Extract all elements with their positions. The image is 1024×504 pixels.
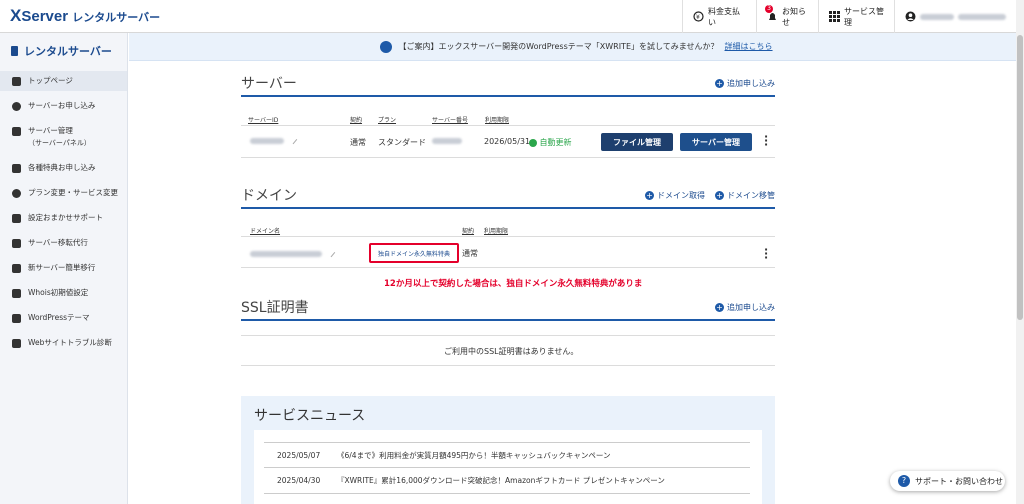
col-contract[interactable]: 契約 (350, 115, 362, 124)
sidebar-item-trouble-diagnosis[interactable]: Webサイトトラブル診断 (0, 333, 127, 353)
sidebar-item-transfer[interactable]: サーバー移転代行 (0, 233, 127, 253)
server-section-header: サーバー + 追加申し込み (241, 71, 775, 97)
domain-section-title: ドメイン (241, 188, 297, 204)
divider (241, 236, 775, 237)
sidebar-item-top[interactable]: トップページ (0, 71, 127, 91)
news-item[interactable]: 2025/04/30 『XWRITE』累計16,000ダウンロード突破記念！Am… (264, 468, 750, 494)
main-content: サーバー + 追加申し込み (241, 61, 775, 97)
server-period: 2026/05/31 (484, 137, 531, 146)
col-period[interactable]: 利用期限 (485, 115, 509, 124)
gift-icon (12, 164, 21, 173)
news-item[interactable]: 2025/05/07 《6/4まで》利用料金が実質月額495円から！半額キャッシ… (264, 442, 750, 468)
server-add-button[interactable]: + 追加申し込み (715, 78, 775, 89)
user-icon (905, 11, 916, 22)
col-server-number[interactable]: サーバー番号 (432, 115, 468, 124)
xserver-logo[interactable]: XServer レンタルサーバー (10, 6, 160, 26)
file-manager-button[interactable]: ファイル管理 (601, 133, 673, 151)
divider (241, 365, 775, 366)
free-domain-badge[interactable]: 独自ドメイン永久無料特典 (369, 243, 459, 263)
notification-badge: 3 (765, 5, 773, 13)
theme-icon (12, 314, 21, 323)
plus-icon: + (715, 78, 724, 88)
ssl-section-header: SSL証明書 + 追加申し込み (241, 295, 775, 321)
plus-icon: + (715, 302, 724, 312)
server-icon (11, 46, 18, 56)
auto-renew-status: 自動更新 (529, 137, 572, 148)
account-name-redacted (920, 13, 954, 20)
service-news-panel: サービスニュース 2025/05/07 《6/4まで》利用料金が実質月額495円… (241, 396, 775, 504)
payment-button[interactable]: ¥ 料金支払い (682, 0, 756, 33)
sidebar-item-whois[interactable]: Whois初期値設定 (0, 283, 127, 303)
support-contact-button[interactable]: ? サポート・お問い合わせ (890, 471, 1005, 491)
transfer-icon (12, 239, 21, 248)
migrate-icon (12, 264, 21, 273)
sidebar-item-server-panel[interactable]: サーバー管理 （サーバーパネル） (0, 121, 127, 153)
plus-icon: + (715, 190, 724, 200)
diagnosis-icon (12, 339, 21, 348)
ssl-add-button[interactable]: + 追加申し込み (715, 302, 775, 313)
divider (241, 157, 775, 158)
account-menu[interactable] (894, 0, 1016, 33)
server-panel-button[interactable]: サーバー管理 (680, 133, 752, 151)
change-icon (12, 189, 21, 198)
home-icon (12, 77, 21, 86)
grid-icon (829, 11, 840, 22)
megaphone-icon (380, 40, 393, 53)
col-domain-period[interactable]: 利用期限 (484, 226, 508, 235)
domain-section-header: ドメイン + ドメイン取得 + ドメイン移管 (241, 183, 775, 209)
wrench-icon (12, 214, 21, 223)
ssl-section-title: SSL証明書 (241, 300, 309, 316)
sidebar-item-benefits[interactable]: 各種特典お申し込み (0, 158, 127, 178)
col-server-id[interactable]: サーバーID (248, 115, 278, 124)
sidebar-item-setup-support[interactable]: 設定おまかせサポート (0, 208, 127, 228)
sidebar-item-wordpress-theme[interactable]: WordPressテーマ (0, 308, 127, 328)
server-id-redacted (250, 138, 284, 144)
sidebar-menu: トップページ サーバーお申し込み サーバー管理 （サーバーパネル） 各種特典お申し… (0, 71, 127, 353)
yen-icon: ¥ (693, 11, 704, 22)
server-number-redacted (432, 138, 462, 144)
free-domain-annotation: 12か月以上で契約した場合は、独自ドメイン永久無料特典がありま (384, 279, 643, 289)
scrollbar-thumb[interactable] (1017, 35, 1023, 320)
domain-name-redacted (250, 251, 322, 257)
sidebar-item-plan-change[interactable]: プラン変更・サービス変更 (0, 183, 127, 203)
sidebar: レンタルサーバー トップページ サーバーお申し込み サーバー管理 （サーバーパネル… (0, 33, 128, 504)
scrollbar[interactable] (1016, 0, 1024, 504)
whois-icon (12, 289, 21, 298)
plus-circle-icon (12, 102, 21, 111)
news-title: サービスニュース (254, 408, 366, 424)
col-domain-name[interactable]: ドメイン名 (250, 226, 280, 235)
edit-icon[interactable] (326, 248, 336, 258)
col-plan[interactable]: プラン (378, 115, 396, 124)
more-menu-icon[interactable]: · · · (764, 131, 768, 150)
notifications-button[interactable]: お知らせ (756, 0, 818, 33)
server-section-title: サーバー (241, 76, 297, 92)
sidebar-item-migration[interactable]: 新サーバー簡単移行 (0, 258, 127, 278)
notice-detail-link[interactable]: 詳細はこちら (725, 41, 773, 52)
top-header: XServer レンタルサーバー ¥ 料金支払い お知らせ 3 サービス管理 (0, 0, 1024, 33)
svg-text:¥: ¥ (696, 14, 700, 21)
plus-icon: + (645, 190, 654, 200)
account-id-redacted (957, 13, 1006, 20)
divider (241, 125, 775, 126)
check-circle-icon (529, 138, 537, 147)
server-icon (12, 127, 21, 136)
domain-contract: 通常 (462, 249, 478, 258)
ssl-empty-message: ご利用中のSSL証明書はありません。 (444, 347, 579, 356)
notice-bar: 【ご案内】エックスサーバー開発のWordPressテーマ「XWRITE」を試して… (129, 33, 1024, 61)
help-icon: ? (898, 475, 910, 487)
divider (241, 335, 775, 336)
divider (241, 267, 775, 268)
sidebar-item-server-apply[interactable]: サーバーお申し込み (0, 96, 127, 116)
edit-icon[interactable] (288, 135, 298, 145)
server-plan: スタンダード (378, 138, 426, 147)
server-contract: 通常 (350, 138, 366, 147)
domain-more-menu-icon[interactable]: · · · (764, 244, 768, 263)
domain-acquire-button[interactable]: + ドメイン取得 (645, 190, 705, 201)
news-list: 2025/05/07 《6/4まで》利用料金が実質月額495円から！半額キャッシ… (254, 430, 762, 504)
domain-transfer-button[interactable]: + ドメイン移管 (715, 190, 775, 201)
sidebar-title[interactable]: レンタルサーバー (11, 43, 112, 59)
service-management-button[interactable]: サービス管理 (818, 0, 894, 33)
col-domain-contract[interactable]: 契約 (462, 226, 474, 235)
